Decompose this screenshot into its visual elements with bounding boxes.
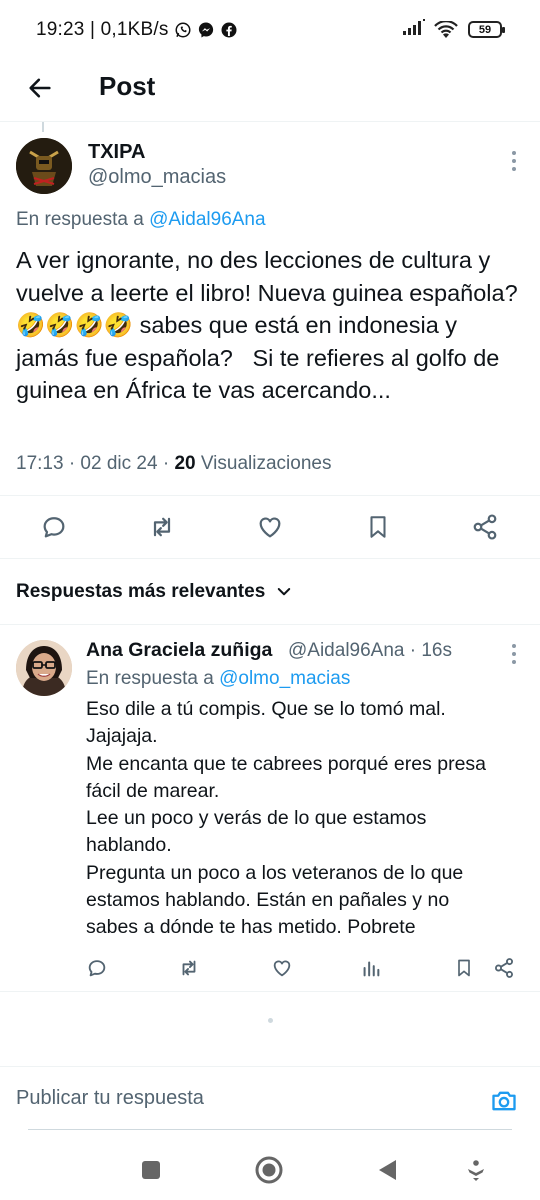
retweet-button[interactable]: [147, 512, 177, 542]
heart-icon: [273, 960, 291, 977]
reply-author-avatar[interactable]: [16, 640, 72, 696]
back-button[interactable]: [22, 70, 58, 106]
divider: [28, 1129, 512, 1130]
reply-text-line: estamos hablando. Están en pañales y no: [86, 889, 450, 912]
author-avatar[interactable]: [16, 138, 72, 194]
reply-input[interactable]: [16, 1087, 456, 1110]
share-button[interactable]: [470, 512, 500, 542]
heart-icon: [259, 517, 281, 538]
loading-indicator: [268, 1018, 273, 1023]
more-options-button[interactable]: [510, 150, 518, 177]
reply-composer: [0, 1066, 540, 1132]
reply-share-button[interactable]: [491, 955, 517, 981]
status-time: 19:23 | 0,1KB/s: [36, 19, 169, 40]
reply-text-line: fácil de marear.: [86, 779, 220, 802]
reply-text-line: Me encanta que te cabrees porqué eres pr…: [86, 752, 487, 775]
reply-text-line: hablando.: [86, 834, 172, 857]
facebook-icon: [220, 21, 238, 39]
views-label[interactable]: Visualizaciones: [196, 453, 332, 474]
reply-icon: [43, 517, 65, 538]
status-left: 19:23 | 0,1KB/s: [36, 19, 238, 41]
reply-author-name[interactable]: Ana Graciela zuñiga: [86, 639, 272, 662]
analytics-icon: [363, 961, 380, 977]
signal-icon: [402, 18, 426, 41]
mention-link[interactable]: @Aidal96Ana: [149, 209, 265, 230]
reply-text: Eso dile a tú compis. Que se lo tomó mal…: [86, 696, 526, 942]
arrow-left-icon: [29, 78, 51, 98]
reply-reply-button[interactable]: [84, 955, 110, 981]
reply-bookmark-button[interactable]: [451, 955, 477, 981]
replies-sort-label: Respuestas más relevantes: [16, 581, 266, 602]
reply-author-handle[interactable]: @Aidal96Ana · 16s: [288, 640, 452, 662]
more-vertical-icon: [512, 151, 516, 171]
recents-button[interactable]: [136, 1155, 166, 1185]
more-vertical-icon: [512, 644, 516, 664]
views-count[interactable]: 20: [174, 453, 195, 474]
reply-text-line: Jajajaja.: [86, 725, 158, 748]
reply-actions: [0, 955, 540, 985]
bookmark-button[interactable]: [363, 512, 393, 542]
battery-level: 59: [478, 23, 492, 36]
reply-icon: [88, 960, 106, 977]
triangle-back-icon: [379, 1160, 396, 1180]
like-button[interactable]: [255, 512, 285, 542]
battery-icon: 59: [468, 21, 505, 38]
reply-replying-to-label: En respuesta a: [86, 668, 220, 689]
replying-to-label: En respuesta a: [16, 209, 150, 230]
whatsapp-icon: [174, 21, 192, 39]
retweet-icon: [182, 960, 196, 976]
messenger-icon: [197, 21, 215, 39]
page-title: Post: [99, 71, 156, 101]
reply-text-line: sabes a dónde te has metido. Pobrete: [86, 916, 416, 939]
tweet-actions: [0, 495, 540, 559]
replying-to: En respuesta a @Aidal96Ana: [16, 209, 266, 231]
person-avatar-icon: [16, 640, 72, 696]
share-icon: [473, 514, 497, 540]
reply-more-options-button[interactable]: [510, 643, 518, 670]
square-icon: [142, 1161, 160, 1179]
bookmark-icon: [458, 959, 470, 977]
retweet-icon: [153, 517, 171, 537]
home-button[interactable]: [254, 1155, 284, 1185]
samurai-avatar-icon: [16, 138, 72, 194]
reply-text-line: Eso dile a tú compis. Que se lo tomó mal…: [86, 698, 446, 720]
chevron-down-icon: [275, 583, 293, 601]
reply-views-button[interactable]: [358, 955, 384, 981]
author-handle[interactable]: @olmo_macias: [88, 166, 226, 189]
reply-mention-link[interactable]: @olmo_macias: [219, 668, 350, 689]
circle-icon: [255, 1156, 283, 1184]
person-down-icon: [468, 1160, 484, 1181]
bookmark-icon: [370, 516, 386, 538]
author-name[interactable]: TXIPA: [88, 141, 145, 164]
reply-item[interactable]: Ana Graciela zuñiga @Aidal96Ana · 16s En…: [0, 624, 540, 992]
reply-button[interactable]: [39, 512, 69, 542]
top-app-bar: Post: [0, 62, 540, 122]
tweet-text: A ver ignorante, no des lecciones de cul…: [16, 247, 518, 403]
reply-text-line: Pregunta un poco a los veteranos de lo q…: [86, 861, 464, 884]
reply-text-line: Lee un poco y verás de lo que estamos: [86, 807, 427, 830]
assistant-button[interactable]: [461, 1155, 491, 1185]
reply-retweet-button[interactable]: [176, 955, 202, 981]
thread-connector: [42, 122, 44, 132]
camera-button[interactable]: [488, 1085, 520, 1117]
system-navigation-bar: [0, 1135, 540, 1200]
status-bar: 19:23 | 0,1KB/s 59: [0, 0, 540, 62]
tweet-timestamp[interactable]: 17:13 · 02 dic 24 ·: [16, 453, 174, 474]
status-right: 59: [402, 18, 505, 41]
tweet-meta: 17:13 · 02 dic 24 · 20 Visualizaciones: [16, 453, 331, 475]
replies-sort-dropdown[interactable]: Respuestas más relevantes: [16, 581, 293, 603]
share-icon: [495, 958, 513, 978]
camera-icon: [492, 1091, 516, 1111]
back-nav-button[interactable]: [372, 1155, 402, 1185]
wifi-icon: [434, 20, 458, 39]
reply-replying-to: En respuesta a @olmo_macias: [86, 668, 350, 690]
reply-like-button[interactable]: [269, 955, 295, 981]
